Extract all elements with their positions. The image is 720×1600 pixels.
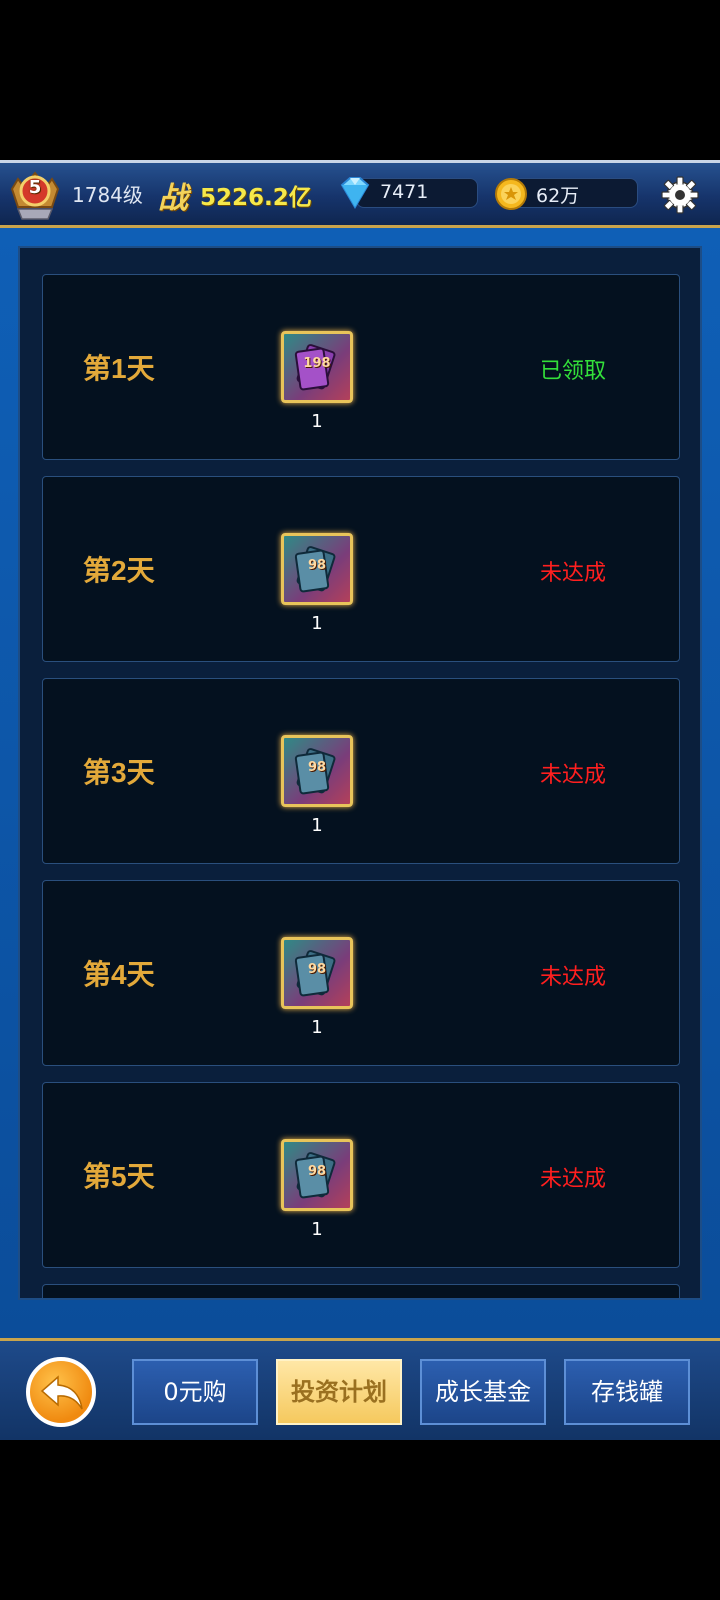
- reward-row-day-2: 第2天 98 1 未达成: [42, 476, 680, 662]
- power-value: 5226.2亿: [200, 185, 312, 211]
- bottom-tab-bar: 0元购 投资计划 成长基金 存钱罐: [0, 1338, 720, 1440]
- reward-row-day-1: 第1天 198 1 已领取: [42, 274, 680, 460]
- item-quantity: 1: [311, 411, 323, 432]
- claim-status: 已领取: [539, 359, 606, 384]
- reward-row-day-4: 第4天 98 1 未达成: [42, 880, 680, 1066]
- tab-investment-plan[interactable]: 投资计划: [276, 1359, 402, 1425]
- claim-status: 未达成: [539, 1167, 606, 1192]
- back-button[interactable]: [26, 1357, 96, 1427]
- player-level: 1784级: [72, 183, 143, 207]
- reward-list[interactable]: 第1天 198 1 已领取 第2天 98 1 未达成 第3天 98 1 未达成 …: [18, 246, 702, 1300]
- main-frame: 第1天 198 1 已领取 第2天 98 1 未达成 第3天 98 1 未达成 …: [0, 228, 720, 1338]
- item-value-label: 98: [307, 760, 327, 775]
- claim-status: 未达成: [539, 763, 606, 788]
- back-arrow-icon: [40, 1375, 83, 1410]
- day-label: 第4天: [83, 959, 155, 990]
- gold-count: 62万: [536, 185, 580, 207]
- diamond-icon: [336, 175, 374, 211]
- item-value-label: 98: [307, 558, 327, 573]
- reward-row-day-3: 第3天 98 1 未达成: [42, 678, 680, 864]
- reward-item-card-icon[interactable]: 98: [281, 735, 353, 807]
- item-quantity: 1: [311, 613, 323, 634]
- reward-item-card-icon[interactable]: 98: [281, 937, 353, 1009]
- day-label: 第2天: [83, 555, 155, 586]
- item-value-label: 198: [303, 356, 331, 371]
- top-status-bar: 5 1784级 战 5226.2亿 7471 62万: [0, 160, 720, 228]
- item-quantity: 1: [311, 815, 323, 836]
- item-quantity: 1: [311, 1017, 323, 1038]
- reward-item-card-icon[interactable]: 98: [281, 533, 353, 605]
- day-label: 第5天: [83, 1161, 155, 1192]
- tab-piggy-bank[interactable]: 存钱罐: [564, 1359, 690, 1425]
- claim-status: 未达成: [539, 965, 606, 990]
- day-label: 第1天: [83, 353, 155, 384]
- gold-coin-icon: [494, 177, 528, 211]
- vip-badge-icon[interactable]: 5: [8, 169, 62, 223]
- day-label: 第3天: [83, 757, 155, 788]
- reward-row-day-5: 第5天 98 1 未达成: [42, 1082, 680, 1268]
- item-quantity: 1: [311, 1219, 323, 1240]
- tab-growth-fund[interactable]: 成长基金: [420, 1359, 546, 1425]
- claim-status: 未达成: [539, 561, 606, 586]
- reward-item-card-icon[interactable]: 98: [281, 1139, 353, 1211]
- reward-row-partial: [42, 1284, 680, 1298]
- item-value-label: 98: [307, 1164, 327, 1179]
- power-label: 战: [158, 181, 188, 216]
- vip-level-number: 5: [28, 177, 42, 198]
- settings-gear-icon[interactable]: [660, 175, 700, 215]
- diamond-count: 7471: [380, 181, 429, 203]
- reward-item-card-icon[interactable]: 198: [281, 331, 353, 403]
- tab-zero-yuan-purchase[interactable]: 0元购: [132, 1359, 258, 1425]
- item-value-label: 98: [307, 962, 327, 977]
